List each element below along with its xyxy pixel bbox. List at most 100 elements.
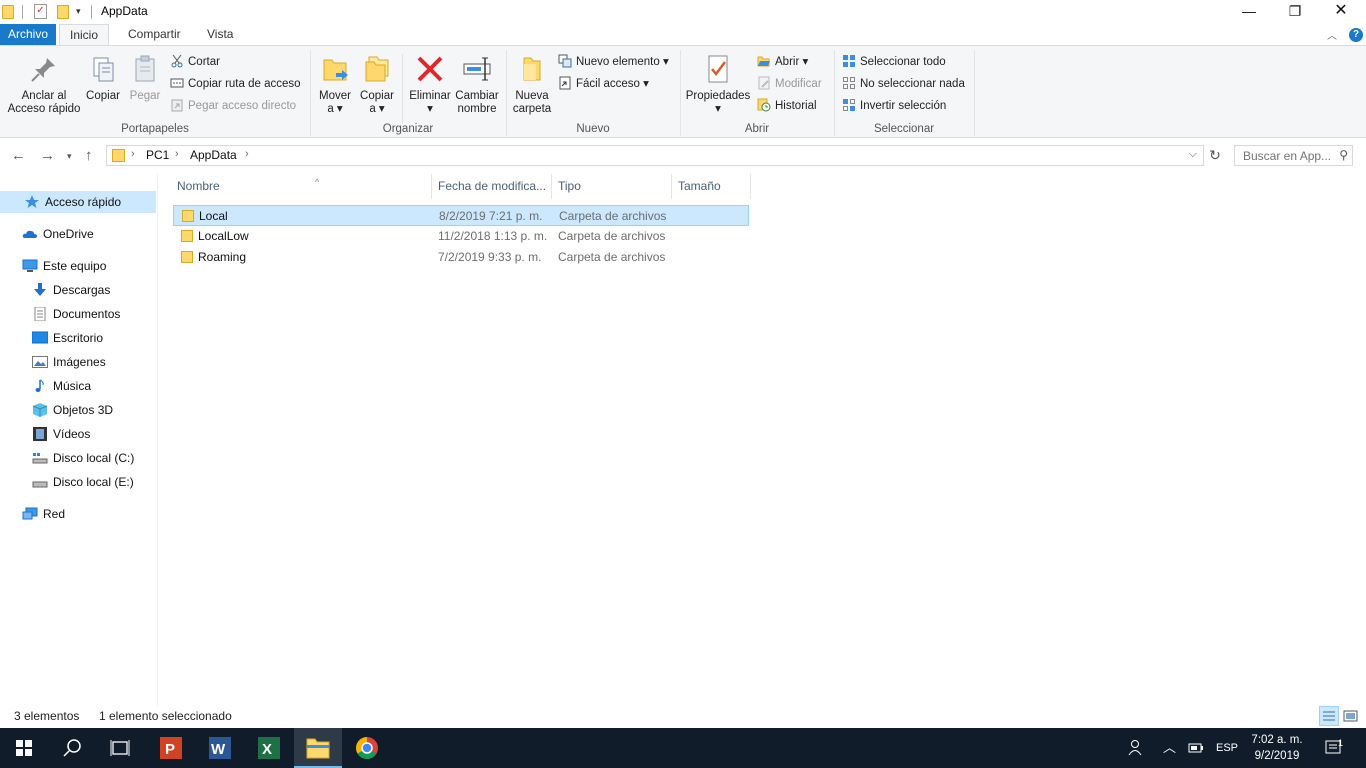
taskbar-chrome[interactable] (343, 728, 391, 768)
history-icon (757, 98, 771, 112)
column-header-nombre[interactable]: Nombre ^ (177, 174, 319, 199)
new-item-button[interactable]: Nuevo elemento ▾ (558, 53, 669, 71)
taskbar-powerpoint[interactable]: P (146, 728, 194, 768)
nav-item-disco-e[interactable]: Disco local (E:) (32, 471, 134, 493)
start-button[interactable] (0, 728, 48, 768)
breadcrumb-chevron-icon[interactable]: › (245, 148, 249, 160)
tab-inicio[interactable]: Inicio (59, 24, 109, 46)
copy-to-button[interactable]: Copiar a ▾ (358, 52, 396, 116)
taskbar-file-explorer[interactable] (294, 728, 342, 768)
task-view-button[interactable] (96, 728, 144, 768)
breadcrumb-chevron-icon[interactable]: › (131, 148, 135, 160)
nav-item-acceso-rapido[interactable]: Acceso rápido (0, 191, 156, 213)
edit-button[interactable]: Modificar (757, 75, 822, 93)
properties-label: Propiedades (685, 90, 751, 102)
customize-quick-access-chevron-icon[interactable]: ▾ (76, 6, 81, 22)
column-divider[interactable] (671, 174, 672, 199)
maximize-button[interactable]: ❐ (1272, 0, 1318, 24)
address-bar[interactable]: › PC1 › AppData › ⌵ (106, 145, 1204, 166)
file-explorer-icon (306, 738, 330, 759)
breadcrumb-pc1[interactable]: PC1 (146, 148, 169, 162)
new-folder-label: Nueva (515, 90, 549, 102)
select-none-button[interactable]: No seleccionar nada (842, 75, 965, 93)
show-hidden-icons-chevron-icon[interactable]: ︿ (1163, 728, 1176, 768)
history-button[interactable]: Historial (757, 97, 817, 115)
copy-button[interactable]: Copiar (84, 52, 122, 103)
help-icon[interactable]: ? (1349, 28, 1363, 42)
taskbar-excel[interactable]: X (244, 728, 292, 768)
search-box[interactable]: ⚲ (1234, 145, 1353, 166)
nav-item-descargas[interactable]: Descargas (32, 279, 110, 301)
copy-icon (84, 52, 122, 86)
easy-access-button[interactable]: Fácil acceso ▾ (558, 75, 649, 93)
collapse-ribbon-chevron-icon[interactable]: ︿ (1327, 27, 1337, 42)
nav-item-imagenes[interactable]: Imágenes (32, 351, 106, 373)
group-label-portapapeles: Portapapeles (121, 123, 189, 135)
paste-shortcut-button[interactable]: Pegar acceso directo (170, 97, 296, 115)
large-icons-view-button[interactable] (1341, 706, 1361, 726)
invert-selection-button[interactable]: Invertir selección (842, 97, 946, 115)
forward-arrow-icon[interactable]: → (40, 147, 55, 164)
notifications-button[interactable]: 1 (1324, 728, 1348, 768)
new-folder-button[interactable]: Nueva carpeta (510, 52, 554, 116)
taskbar-word[interactable]: W (195, 728, 243, 768)
move-to-button[interactable]: Mover a ▾ (316, 52, 354, 116)
nav-item-disco-c[interactable]: Disco local (C:) (32, 447, 134, 469)
invert-selection-icon (842, 98, 856, 112)
open-button[interactable]: Abrir ▾ (757, 53, 808, 71)
nav-item-escritorio[interactable]: Escritorio (31, 327, 103, 349)
taskbar-search-button[interactable] (48, 728, 96, 768)
up-arrow-icon[interactable]: ↑ (85, 147, 93, 164)
paste-button[interactable]: Pegar (126, 52, 164, 103)
properties-button[interactable]: Propiedades ▾ (684, 52, 752, 116)
column-divider[interactable] (750, 174, 751, 199)
search-icon[interactable]: ⚲ (1339, 148, 1348, 162)
select-all-button[interactable]: Seleccionar todo (842, 53, 946, 71)
recent-locations-chevron-icon[interactable]: ▾ (67, 151, 72, 162)
table-row[interactable]: Roaming 7/2/2019 9:33 p. m. Carpeta de a… (173, 247, 749, 268)
nav-item-videos[interactable]: Vídeos (32, 423, 90, 445)
table-row[interactable]: LocalLow 11/2/2018 1:13 p. m. Carpeta de… (173, 226, 749, 247)
tab-archivo[interactable]: Archivo (0, 24, 56, 46)
video-icon (32, 426, 48, 441)
nav-item-onedrive[interactable]: OneDrive (22, 223, 94, 245)
battery-icon[interactable] (1188, 728, 1204, 768)
rename-button[interactable]: Cambiar nombre (454, 52, 500, 116)
folder-icon (2, 5, 14, 19)
table-row[interactable]: Local 8/2/2019 7:21 p. m. Carpeta de arc… (173, 205, 749, 226)
back-arrow-icon[interactable]: ← (11, 147, 26, 164)
details-view-button[interactable] (1319, 706, 1339, 726)
svg-text:W: W (211, 741, 226, 758)
move-to-label: Mover (319, 90, 351, 102)
cut-button[interactable]: Cortar (170, 53, 220, 71)
input-language[interactable]: ESP (1216, 728, 1238, 768)
nav-item-objetos-3d[interactable]: Objetos 3D (32, 399, 113, 421)
breadcrumb-appdata[interactable]: AppData (190, 148, 237, 162)
delete-button[interactable]: Eliminar ▾ (406, 52, 454, 116)
column-header-tamano[interactable]: Tamaño (678, 174, 721, 199)
column-divider[interactable] (551, 174, 552, 199)
system-clock[interactable]: 7:02 a. m. 9/2/2019 (1246, 732, 1308, 764)
properties-quick-access-icon[interactable]: ✓ (34, 4, 47, 19)
new-folder-quick-access-icon[interactable] (57, 5, 69, 19)
close-button[interactable]: ✕ (1318, 0, 1364, 24)
tab-vista[interactable]: Vista (197, 24, 243, 46)
pin-to-quick-access-button[interactable]: Anclar al Acceso rápido (6, 52, 82, 116)
column-divider[interactable] (431, 174, 432, 199)
column-header-fecha[interactable]: Fecha de modifica... (438, 174, 546, 199)
address-history-chevron-icon[interactable]: ⌵ (1189, 148, 1197, 161)
people-icon[interactable] (1126, 728, 1144, 768)
breadcrumb-chevron-icon[interactable]: › (175, 148, 179, 160)
column-header-tipo[interactable]: Tipo (558, 174, 581, 199)
nav-item-este-equipo[interactable]: Este equipo (22, 255, 106, 277)
nav-item-documentos[interactable]: Documentos (32, 303, 120, 325)
search-input[interactable] (1235, 146, 1331, 165)
minimize-button[interactable]: — (1226, 0, 1272, 24)
nav-item-red[interactable]: Red (22, 503, 65, 525)
copy-path-button[interactable]: Copiar ruta de acceso (170, 75, 301, 93)
select-all-icon (842, 54, 856, 68)
nav-item-musica[interactable]: Música (32, 375, 91, 397)
refresh-icon[interactable]: ↻ (1206, 147, 1224, 165)
file-list: Nombre ^ Fecha de modifica... Tipo Tamaño… (159, 174, 1366, 706)
tab-compartir[interactable]: Compartir (118, 24, 191, 46)
